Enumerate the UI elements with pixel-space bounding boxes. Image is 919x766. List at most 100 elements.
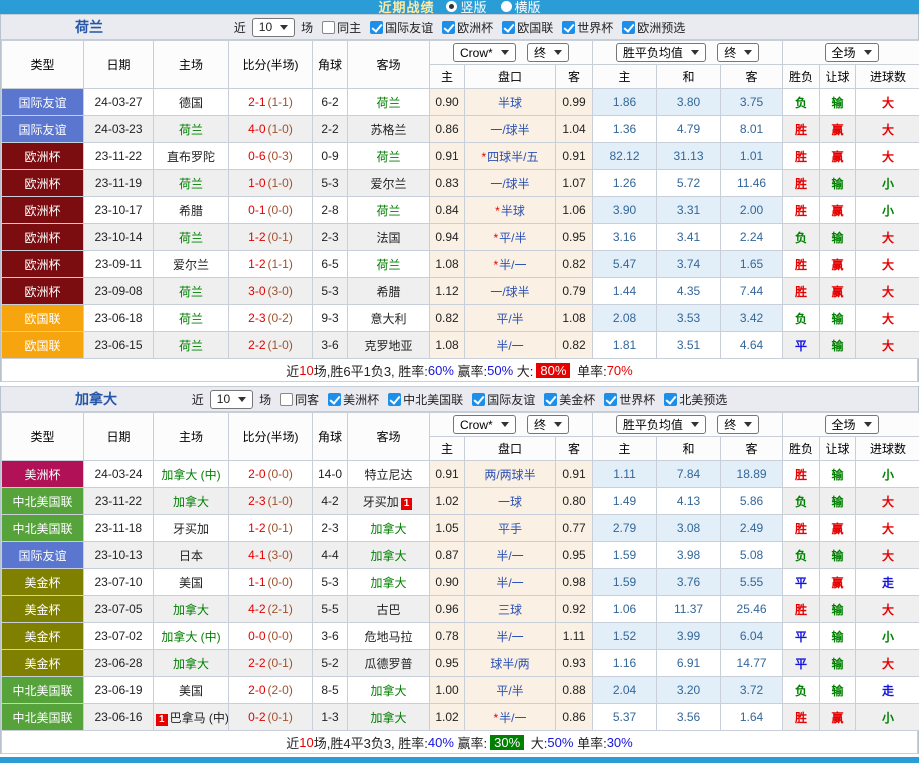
result-goals: 小 [855, 460, 919, 488]
radio-label[interactable]: 横版 [515, 0, 541, 14]
league-filter-checkbox-label[interactable]: 世界杯 [619, 391, 655, 408]
league-filter-checkbox[interactable] [472, 392, 486, 406]
match-scope-select[interactable]: 全场 [824, 43, 879, 62]
result-goals: 大 [855, 487, 919, 515]
same-venue-checkbox[interactable] [322, 20, 336, 34]
avg-home-odds: 1.81 [592, 331, 658, 359]
league-filter-checkbox-label[interactable]: 欧国联 [517, 19, 553, 36]
radio-unselected-icon[interactable] [500, 0, 512, 12]
team-name: 荷兰 [178, 176, 203, 191]
halftime-score: (3-0) [267, 284, 293, 298]
avg-away-odds: 2.24 [720, 223, 784, 251]
same-venue-checkbox[interactable] [280, 392, 294, 406]
same-venue-checkbox-label[interactable]: 同客 [295, 391, 319, 408]
handicap-line: 平/半 [464, 304, 556, 332]
avg-away-odds: 1.65 [720, 250, 784, 278]
result-handicap: 输 [819, 649, 857, 677]
radio-option-vertical[interactable]: 竖版 [446, 0, 487, 14]
avg-stage-select[interactable]: 终 [717, 43, 760, 62]
league-filter-checkbox[interactable] [604, 392, 618, 406]
handicap-away-odds: 0.91 [554, 142, 594, 170]
league-filter-checkbox-label[interactable]: 中北美国联 [403, 391, 463, 408]
handicap-line-text: 四球半/五 [487, 149, 539, 164]
result-handicap: 输 [819, 331, 857, 359]
same-venue-checkbox-label[interactable]: 同主 [337, 19, 361, 36]
corners-cell: 3-6 [312, 622, 348, 650]
avg-draw-odds: 3.41 [656, 223, 722, 251]
result-goals: 大 [855, 514, 919, 542]
subheader-result-wdl: 胜负 [782, 64, 821, 89]
handicap-away-odds: 0.77 [554, 514, 594, 542]
league-filter-checkbox[interactable] [442, 20, 456, 34]
avg-away-odds: 5.86 [720, 487, 784, 515]
handicap-line: 半/一 [464, 331, 556, 359]
handicap-away-odds: 1.06 [554, 196, 594, 224]
fulltime-score: 1-1 [248, 575, 266, 589]
score-cell: 4-2 (2-1) [228, 595, 313, 623]
avg-away-odds: 6.04 [720, 622, 784, 650]
home-team-cell: 加拿大 (中) [153, 622, 229, 650]
league-filter-checkbox-label[interactable]: 美金杯 [559, 391, 595, 408]
handicap-stage-select[interactable]: 终 [527, 415, 570, 434]
radio-selected-icon[interactable] [446, 0, 458, 12]
league-filter-checkbox[interactable] [388, 392, 402, 406]
corners-cell: 5-3 [312, 568, 348, 596]
recent-count-select[interactable]: 10 [209, 389, 254, 409]
date-cell: 24-03-24 [83, 460, 154, 488]
summary-segment: 场,胜6平1负3, 胜率: [313, 363, 428, 379]
league-filter-checkbox-label[interactable]: 国际友谊 [385, 19, 433, 36]
corners-cell: 4-4 [312, 541, 348, 569]
league-filter-checkbox-label[interactable]: 世界杯 [577, 19, 613, 36]
league-filter-checkbox-label[interactable]: 欧洲预选 [637, 19, 685, 36]
score-cell: 1-2 (0-1) [228, 223, 313, 251]
result-goals: 大 [855, 649, 919, 677]
league-filter-checkbox[interactable] [562, 20, 576, 34]
league-filter-checkbox-label[interactable]: 北美预选 [679, 391, 727, 408]
halftime-score: (1-0) [267, 338, 293, 352]
halftime-score: (0-0) [267, 629, 293, 643]
result-wdl: 平 [782, 649, 821, 677]
handicap-line-text: 半/一 [496, 548, 524, 563]
avg-metric-select[interactable]: 胜平负均值 [615, 415, 706, 434]
result-goals: 大 [855, 304, 919, 332]
league-filter-checkbox[interactable] [622, 20, 636, 34]
result-handicap: 赢 [819, 115, 857, 143]
result-goals: 大 [855, 88, 919, 116]
team-name: 德国 [178, 95, 203, 110]
bookmaker-select[interactable]: Crow* [452, 43, 516, 62]
league-filter-checkbox[interactable] [328, 392, 342, 406]
result-wdl: 负 [782, 223, 821, 251]
halftime-score: (1-1) [267, 257, 293, 271]
result-wdl: 平 [782, 622, 821, 650]
summary-segment: 80% [536, 362, 571, 378]
halftime-score: (1-0) [267, 122, 293, 136]
handicap-home-odds: 1.08 [429, 250, 465, 278]
team-name: 加拿大 (中) [161, 629, 221, 644]
recent-count-select[interactable]: 10 [251, 17, 296, 37]
away-team-cell: 希腊 [347, 277, 430, 305]
match-scope-select[interactable]: 全场 [824, 415, 879, 434]
bookmaker-select[interactable]: Crow* [452, 415, 516, 434]
avg-stage-select[interactable]: 终 [717, 415, 760, 434]
league-filter-checkbox[interactable] [370, 20, 384, 34]
home-team-cell: 荷兰 [153, 115, 229, 143]
handicap-line-text: 两/两球半 [484, 467, 536, 482]
league-filter-checkbox-label[interactable]: 国际友谊 [487, 391, 535, 408]
radio-label[interactable]: 竖版 [460, 0, 486, 14]
avg-draw-odds: 11.37 [656, 595, 722, 623]
league-filter-checkbox[interactable] [664, 392, 678, 406]
league-filter-checkbox-label[interactable]: 欧洲杯 [457, 19, 493, 36]
corners-cell: 5-5 [312, 595, 348, 623]
avg-metric-select[interactable]: 胜平负均值 [615, 43, 706, 62]
league-filter-checkbox-label[interactable]: 美洲杯 [343, 391, 379, 408]
league-filter-checkbox[interactable] [502, 20, 516, 34]
subheader-handicap-away: 客 [554, 64, 594, 89]
league-filter-checkbox[interactable] [544, 392, 558, 406]
summary-segment: 大: [527, 735, 548, 751]
home-team-cell: 爱尔兰 [153, 250, 229, 278]
score-cell: 1-1 (0-0) [228, 568, 313, 596]
avg-away-odds: 7.44 [720, 277, 784, 305]
handicap-stage-select[interactable]: 终 [527, 43, 570, 62]
radio-option-horizontal[interactable]: 横版 [500, 0, 541, 14]
handicap-line: 两/两球半 [464, 460, 556, 488]
